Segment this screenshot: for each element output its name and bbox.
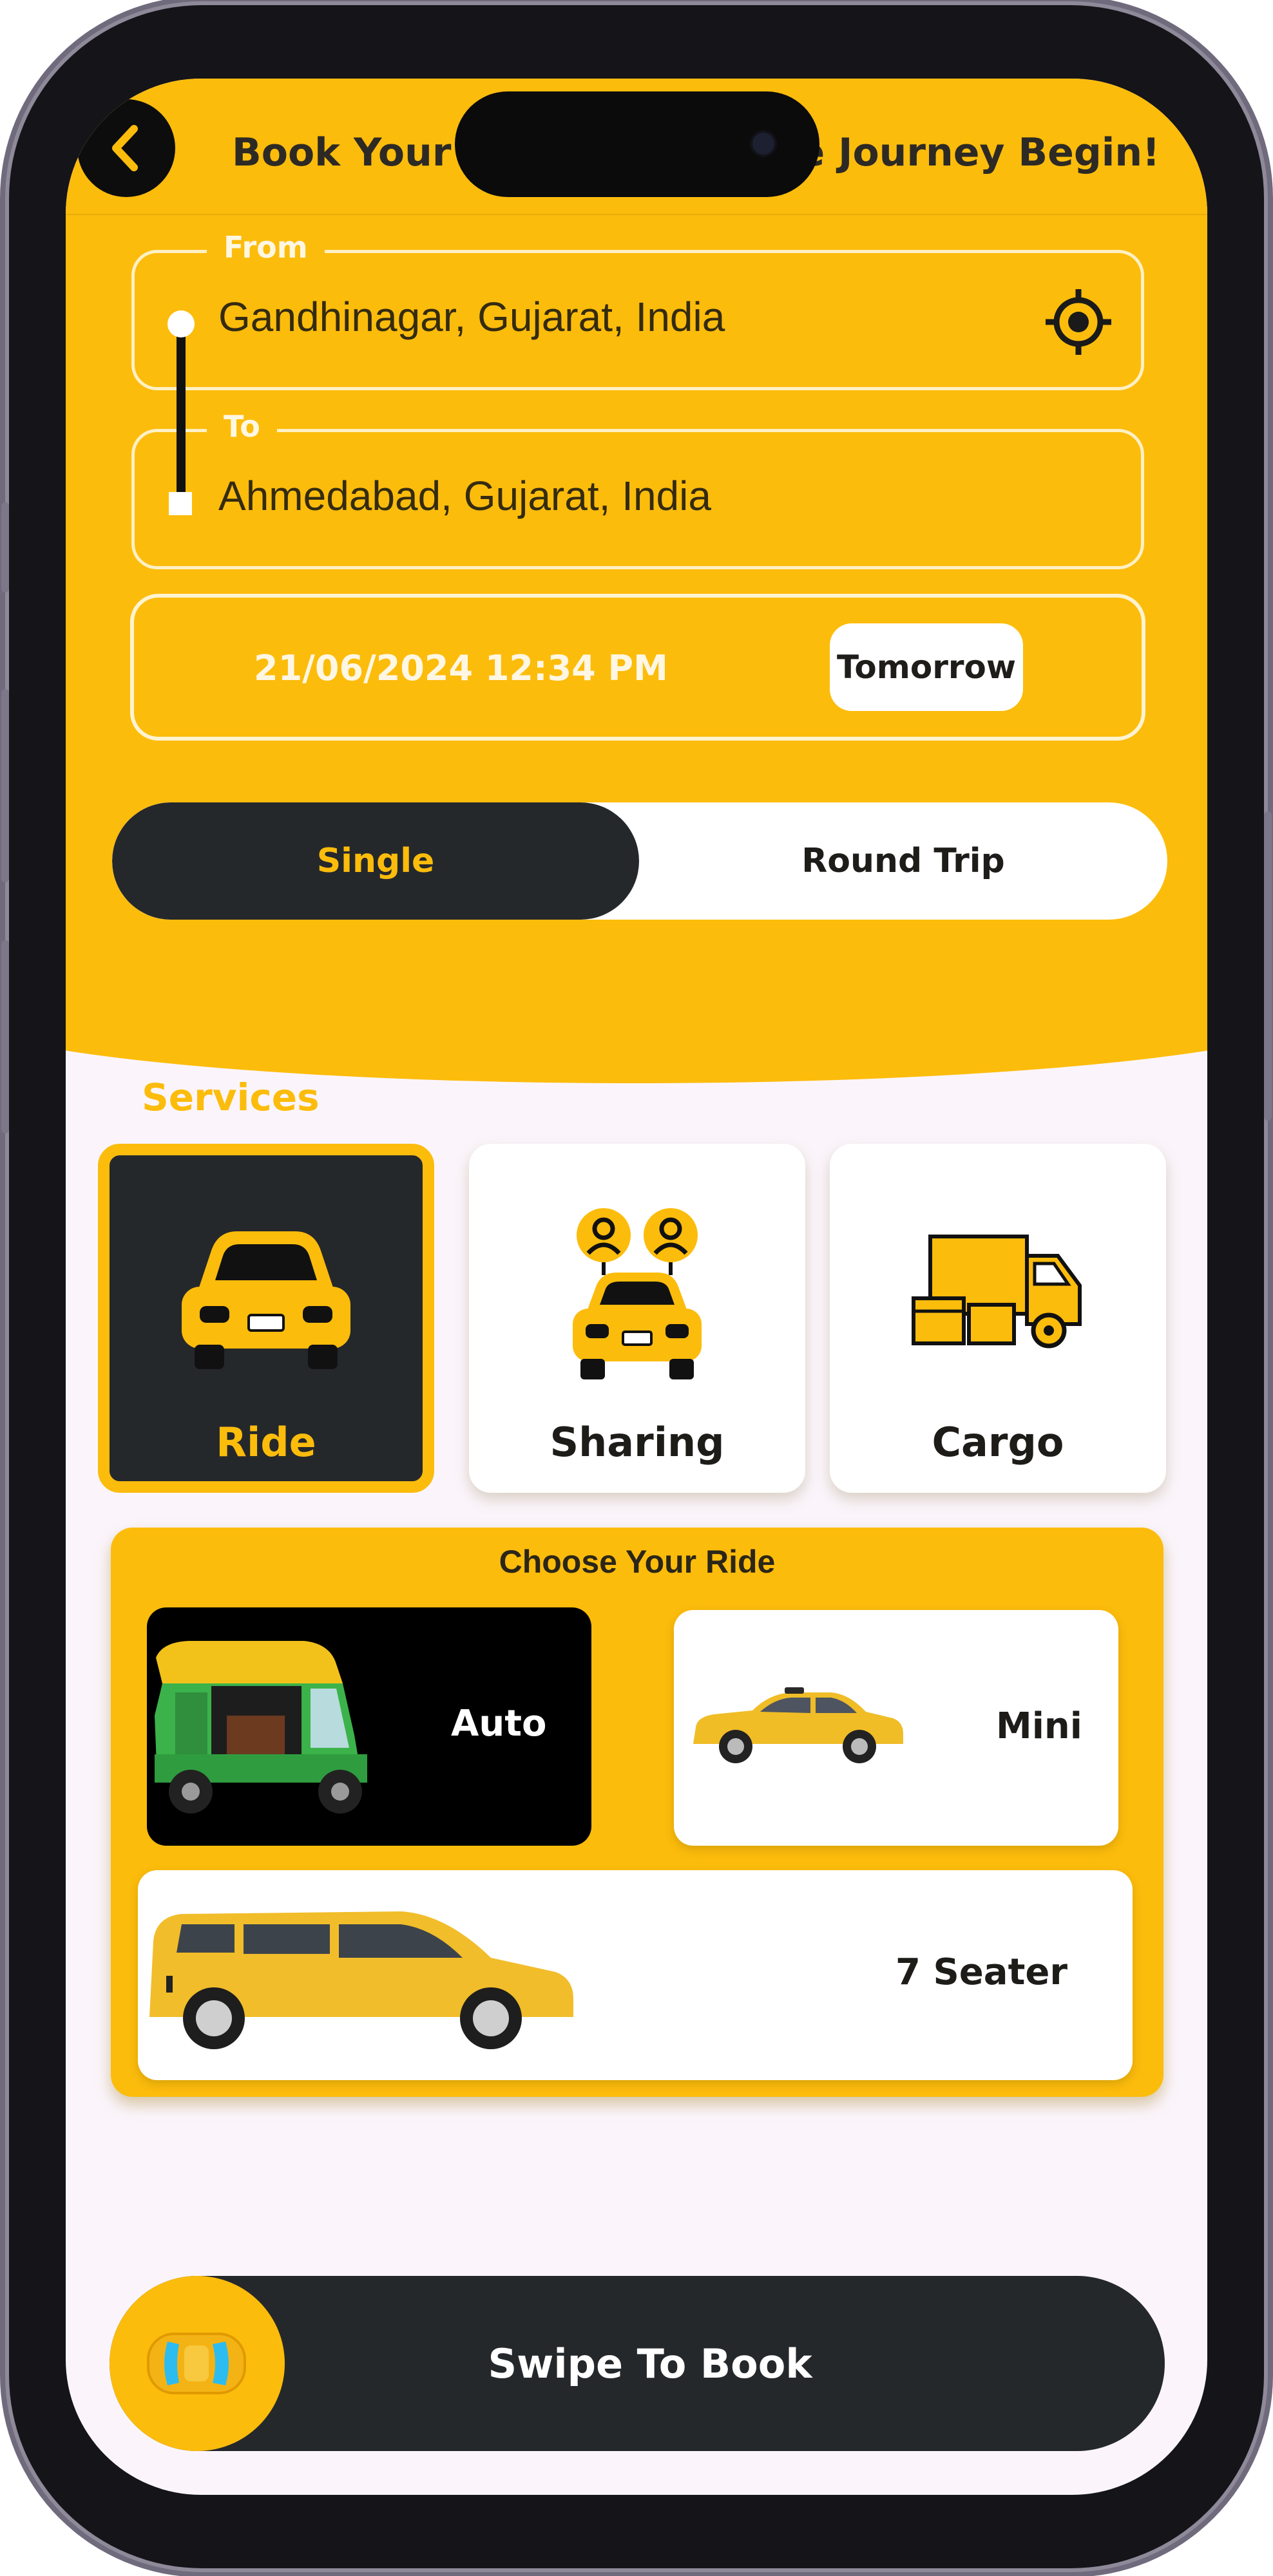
to-value[interactable]: Ahmedabad, Gujarat, India: [218, 472, 711, 520]
car-top-view-icon: [147, 2333, 246, 2394]
service-card-sharing[interactable]: Sharing: [469, 1144, 805, 1493]
side-button-power: [1264, 811, 1272, 1121]
trip-type-toggle: Single Round Trip: [112, 802, 1167, 920]
trip-option-single[interactable]: Single: [112, 802, 639, 920]
datetime-picker[interactable]: 21/06/2024 12:34 PM Tomorrow: [130, 594, 1145, 741]
services-heading: Services: [142, 1075, 320, 1119]
to-label: To: [207, 409, 277, 444]
cargo-truck-icon: [912, 1235, 1082, 1349]
header-background: [66, 79, 1207, 1083]
auto-rickshaw-icon: [155, 1641, 367, 1814]
trip-option-round-trip[interactable]: Round Trip: [639, 802, 1167, 920]
service-label-ride: Ride: [216, 1419, 316, 1466]
service-label-sharing: Sharing: [550, 1419, 725, 1466]
service-label-cargo: Cargo: [932, 1419, 1064, 1466]
from-field[interactable]: From Gandhinagar, Gujarat, India: [131, 230, 1144, 390]
datetime-value: 21/06/2024 12:34 PM: [254, 648, 668, 688]
choose-ride-heading: Choose Your Ride: [499, 1544, 776, 1580]
chevron-left-icon: [112, 125, 138, 171]
minivan-icon: [149, 1911, 573, 2049]
crosshair-location-icon[interactable]: [1043, 287, 1114, 357]
swipe-knob[interactable]: [110, 2276, 285, 2451]
back-button[interactable]: [77, 99, 175, 197]
shared-car-icon: [573, 1208, 702, 1379]
from-label: From: [207, 230, 325, 265]
tomorrow-button[interactable]: Tomorrow: [830, 623, 1023, 711]
to-field[interactable]: To Ahmedabad, Gujarat, India: [131, 409, 1144, 569]
ride-option-7-seater[interactable]: 7 Seater: [138, 1870, 1133, 2080]
ride-label-7-seater: 7 Seater: [895, 1951, 1067, 1993]
app-screen: Book Your Ride and Let the Journey Begin…: [66, 79, 1207, 2495]
service-card-cargo[interactable]: Cargo: [830, 1144, 1166, 1493]
ride-option-mini[interactable]: Mini: [674, 1610, 1118, 1846]
ride-option-auto[interactable]: Auto: [147, 1607, 591, 1846]
choose-ride-panel: Choose Your Ride Auto Mini 7 Seater: [111, 1528, 1163, 2097]
side-button-volume-down: [1, 940, 9, 1133]
car-front-icon: [182, 1231, 350, 1369]
dynamic-island: [455, 91, 819, 197]
service-card-ride[interactable]: Ride: [98, 1144, 434, 1493]
sedan-icon: [693, 1687, 903, 1763]
ride-label-auto: Auto: [451, 1703, 547, 1745]
camera-icon: [752, 133, 774, 155]
destination-square-icon: [169, 492, 192, 515]
route-connector: [177, 323, 186, 505]
origin-dot-icon: [168, 310, 195, 337]
side-button-volume-up: [1, 689, 9, 882]
swipe-to-book-slider[interactable]: Swipe To Book: [110, 2276, 1165, 2451]
ride-label-mini: Mini: [996, 1705, 1082, 1747]
from-value[interactable]: Gandhinagar, Gujarat, India: [218, 293, 725, 341]
side-button-action: [1, 502, 9, 592]
